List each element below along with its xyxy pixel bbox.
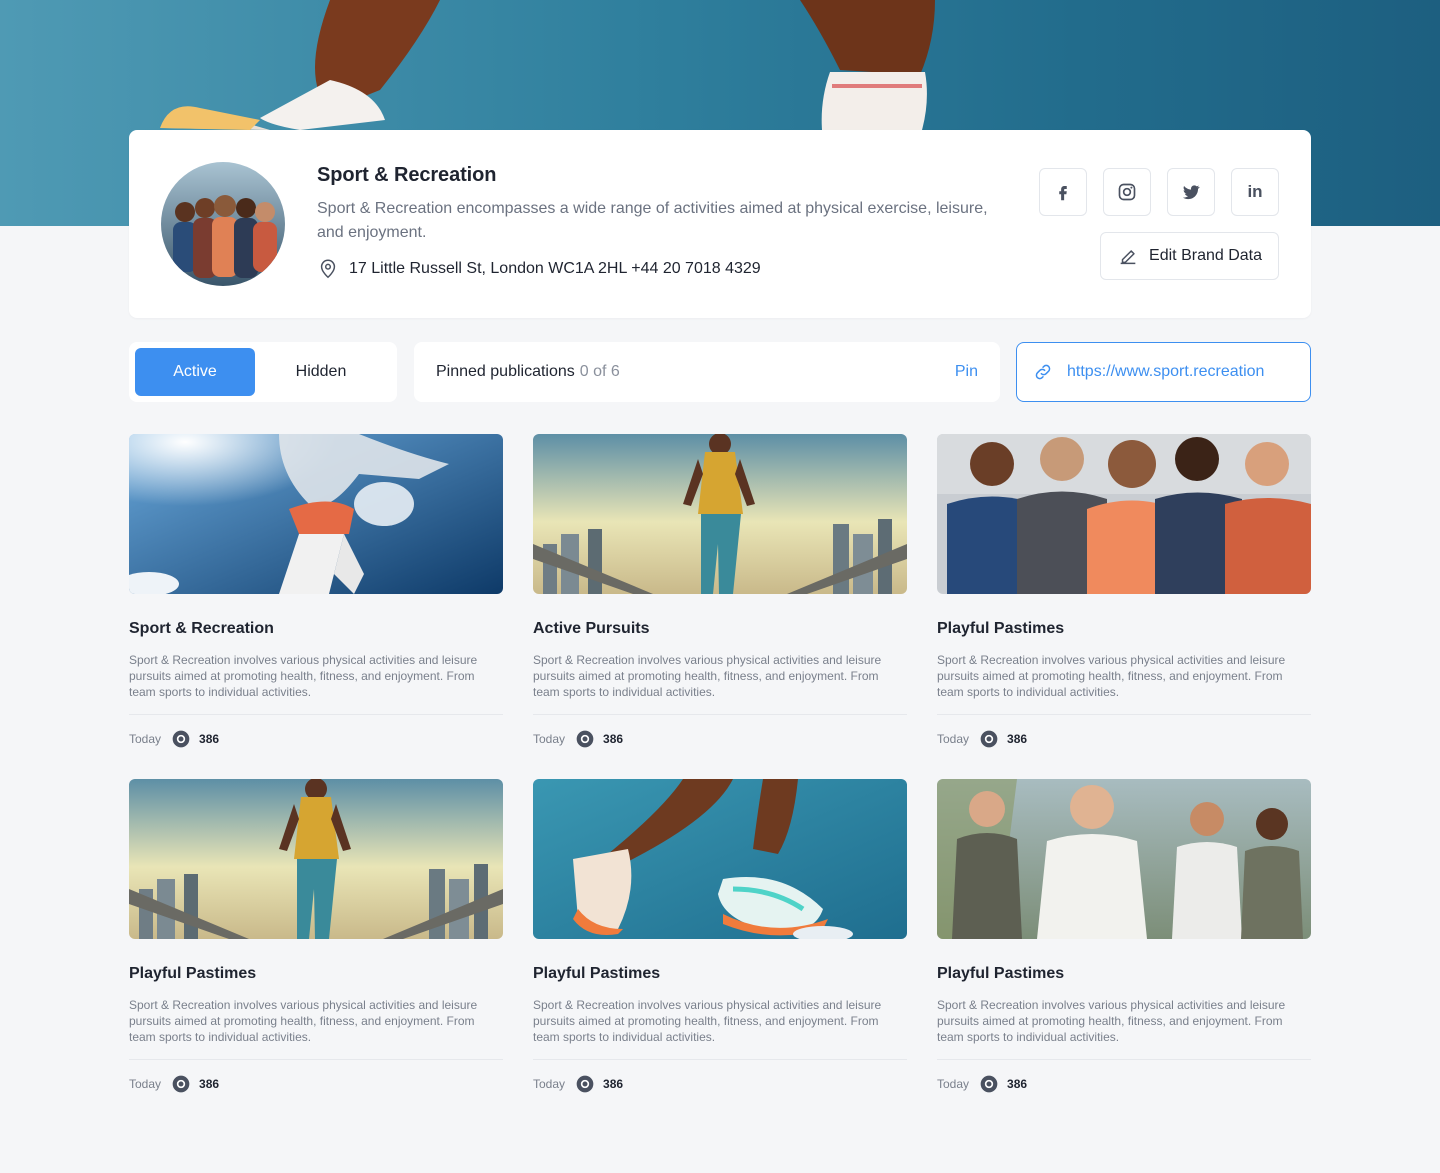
eye-icon: [980, 1075, 998, 1093]
publication-meta: Today 386: [937, 729, 1311, 749]
publication-description: Sport & Recreation involves various phys…: [533, 652, 907, 715]
brand-title: Sport & Recreation: [317, 164, 497, 186]
address-text: 17 Little Russell St, London WC1A 2HL +4…: [349, 260, 761, 277]
publication-title[interactable]: Playful Pastimes: [937, 965, 1311, 983]
publication-thumbnail[interactable]: [129, 779, 503, 939]
publication-title[interactable]: Sport & Recreation: [129, 620, 503, 638]
facebook-icon: [1059, 186, 1067, 201]
pinned-count: 0 of 6: [579, 363, 620, 380]
publication-title[interactable]: Playful Pastimes: [937, 620, 1311, 638]
brand-url-text: https://www.sport.recreation: [1067, 363, 1265, 380]
brand-description: Sport & Recreation encompasses a wide ra…: [317, 200, 988, 241]
publication-card[interactable]: Playful Pastimes Sport & Recreation invo…: [937, 434, 1311, 749]
publication-title[interactable]: Active Pursuits: [533, 620, 907, 638]
publication-description: Sport & Recreation involves various phys…: [533, 997, 907, 1060]
publication-views: 386: [1007, 732, 1028, 746]
instagram-button[interactable]: [1103, 168, 1151, 216]
brand-avatar: [161, 162, 285, 286]
linkedin-icon: in: [1247, 182, 1263, 201]
pinned-label: Pinned publications: [436, 363, 575, 380]
publication-title[interactable]: Playful Pastimes: [533, 965, 907, 983]
edit-brand-data-button[interactable]: Edit Brand Data: [1100, 232, 1279, 280]
publication-thumbnail[interactable]: [937, 779, 1311, 939]
eye-icon: [576, 730, 594, 748]
publication-meta: Today 386: [129, 729, 503, 749]
eye-icon: [980, 730, 998, 748]
publication-date: Today: [937, 1077, 970, 1091]
publication-card[interactable]: Active Pursuits Sport & Recreation invol…: [533, 434, 907, 749]
publication-date: Today: [937, 732, 970, 746]
pencil-icon: [1120, 250, 1136, 265]
publication-views: 386: [1007, 1077, 1028, 1091]
publication-views: 386: [603, 1077, 624, 1091]
publication-date: Today: [129, 1077, 162, 1091]
publication-date: Today: [533, 1077, 566, 1091]
publication-thumbnail[interactable]: [937, 434, 1311, 594]
pinned-publications-bar: Pinned publications 0 of 6 Pin: [414, 342, 1000, 402]
publication-thumbnail[interactable]: [129, 434, 503, 594]
publication-meta: Today 386: [533, 729, 907, 749]
publication-description: Sport & Recreation involves various phys…: [937, 997, 1311, 1060]
publication-description: Sport & Recreation involves various phys…: [129, 997, 503, 1060]
publication-meta: Today 386: [129, 1074, 503, 1094]
twitter-icon: [1182, 185, 1200, 200]
publication-views: 386: [603, 732, 624, 746]
publication-card[interactable]: Sport & Recreation Sport & Recreation in…: [129, 434, 503, 749]
publication-date: Today: [533, 732, 566, 746]
publication-description: Sport & Recreation involves various phys…: [937, 652, 1311, 715]
brand-url-link[interactable]: https://www.sport.recreation: [1016, 342, 1311, 402]
publication-description: Sport & Recreation involves various phys…: [129, 652, 503, 715]
twitter-button[interactable]: [1167, 168, 1215, 216]
link-icon: [1035, 364, 1051, 380]
publication-card[interactable]: Playful Pastimes Sport & Recreation invo…: [937, 779, 1311, 1094]
eye-icon: [172, 730, 190, 748]
visibility-tabs: Active Hidden: [129, 342, 397, 402]
publication-views: 386: [199, 732, 220, 746]
pin-button[interactable]: Pin: [955, 363, 978, 381]
edit-brand-data-label: Edit Brand Data: [1149, 247, 1262, 264]
publication-views: 386: [199, 1077, 220, 1091]
tab-hidden[interactable]: Hidden: [261, 348, 381, 396]
eye-icon: [576, 1075, 594, 1093]
social-links: in: [1039, 168, 1279, 216]
publication-thumbnail[interactable]: [533, 434, 907, 594]
instagram-icon: [1118, 183, 1136, 201]
eye-icon: [172, 1075, 190, 1093]
linkedin-button[interactable]: in: [1231, 168, 1279, 216]
publication-meta: Today 386: [533, 1074, 907, 1094]
facebook-button[interactable]: [1039, 168, 1087, 216]
publication-thumbnail[interactable]: [533, 779, 907, 939]
publication-date: Today: [129, 732, 162, 746]
publication-card[interactable]: Playful Pastimes Sport & Recreation invo…: [129, 779, 503, 1094]
publication-card[interactable]: Playful Pastimes Sport & Recreation invo…: [533, 779, 907, 1094]
brand-card: Sport & Recreation Sport & Recreation en…: [129, 130, 1311, 318]
publication-meta: Today 386: [937, 1074, 1311, 1094]
brand-address: 17 Little Russell St, London WC1A 2HL +4…: [317, 258, 761, 280]
location-pin-icon: [320, 259, 336, 279]
tab-active[interactable]: Active: [135, 348, 255, 396]
publication-title[interactable]: Playful Pastimes: [129, 965, 503, 983]
